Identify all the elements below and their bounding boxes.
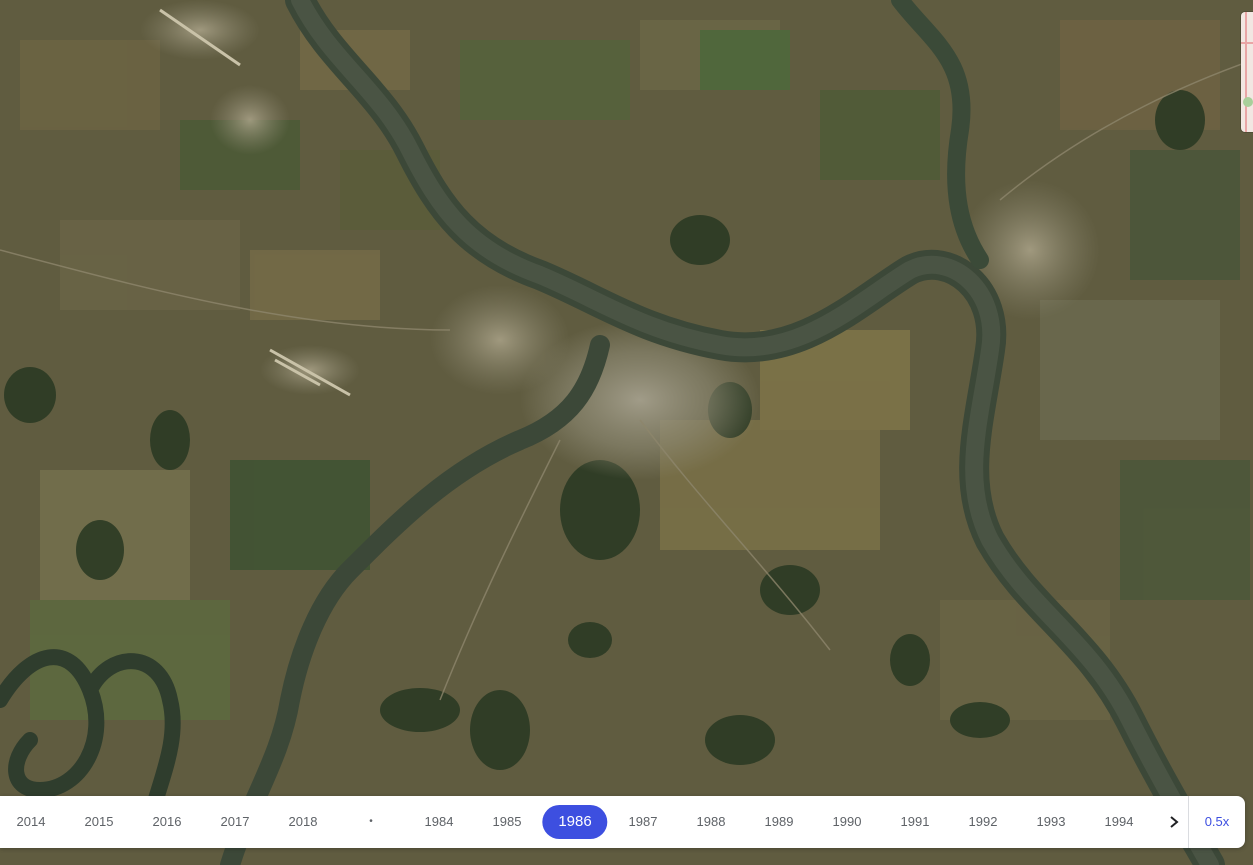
year-item[interactable]: 1991 <box>901 805 930 839</box>
playback-speed-button[interactable]: 0.5x <box>1189 796 1245 848</box>
satellite-imagery[interactable] <box>0 0 1253 865</box>
year-item[interactable]: 1988 <box>697 805 726 839</box>
timelapse-timeline: 2014 2015 2016 2017 2018 • 1984 1985 1986 1987 198… <box>0 796 1245 848</box>
year-item[interactable]: 1992 <box>969 805 998 839</box>
minimap[interactable] <box>1241 12 1253 132</box>
year-separator-dot: • <box>369 816 373 827</box>
year-item[interactable]: 1989 <box>765 805 794 839</box>
year-item[interactable]: 1987 <box>629 805 658 839</box>
year-list: 2014 2015 2016 2017 2018 • 1984 1985 1986 1987 198… <box>0 796 1168 848</box>
map-viewport[interactable]: 2014 2015 2016 2017 2018 • 1984 1985 1986 1987 198… <box>0 0 1253 865</box>
year-item[interactable]: 2016 <box>153 805 182 839</box>
year-item[interactable]: 1985 <box>493 805 522 839</box>
year-item[interactable]: 2018 <box>289 805 318 839</box>
year-item[interactable]: 1984 <box>425 805 454 839</box>
year-item[interactable]: 2015 <box>85 805 114 839</box>
year-item[interactable]: 1993 <box>1037 805 1066 839</box>
year-item[interactable]: 2014 <box>17 805 46 839</box>
next-year-button[interactable] <box>1160 805 1188 839</box>
chevron-right-icon <box>1170 816 1179 828</box>
year-item[interactable]: 1990 <box>833 805 862 839</box>
year-item[interactable]: 2017 <box>221 805 250 839</box>
year-item[interactable]: 1994 <box>1105 805 1134 839</box>
year-item-selected[interactable]: 1986 <box>542 805 608 839</box>
